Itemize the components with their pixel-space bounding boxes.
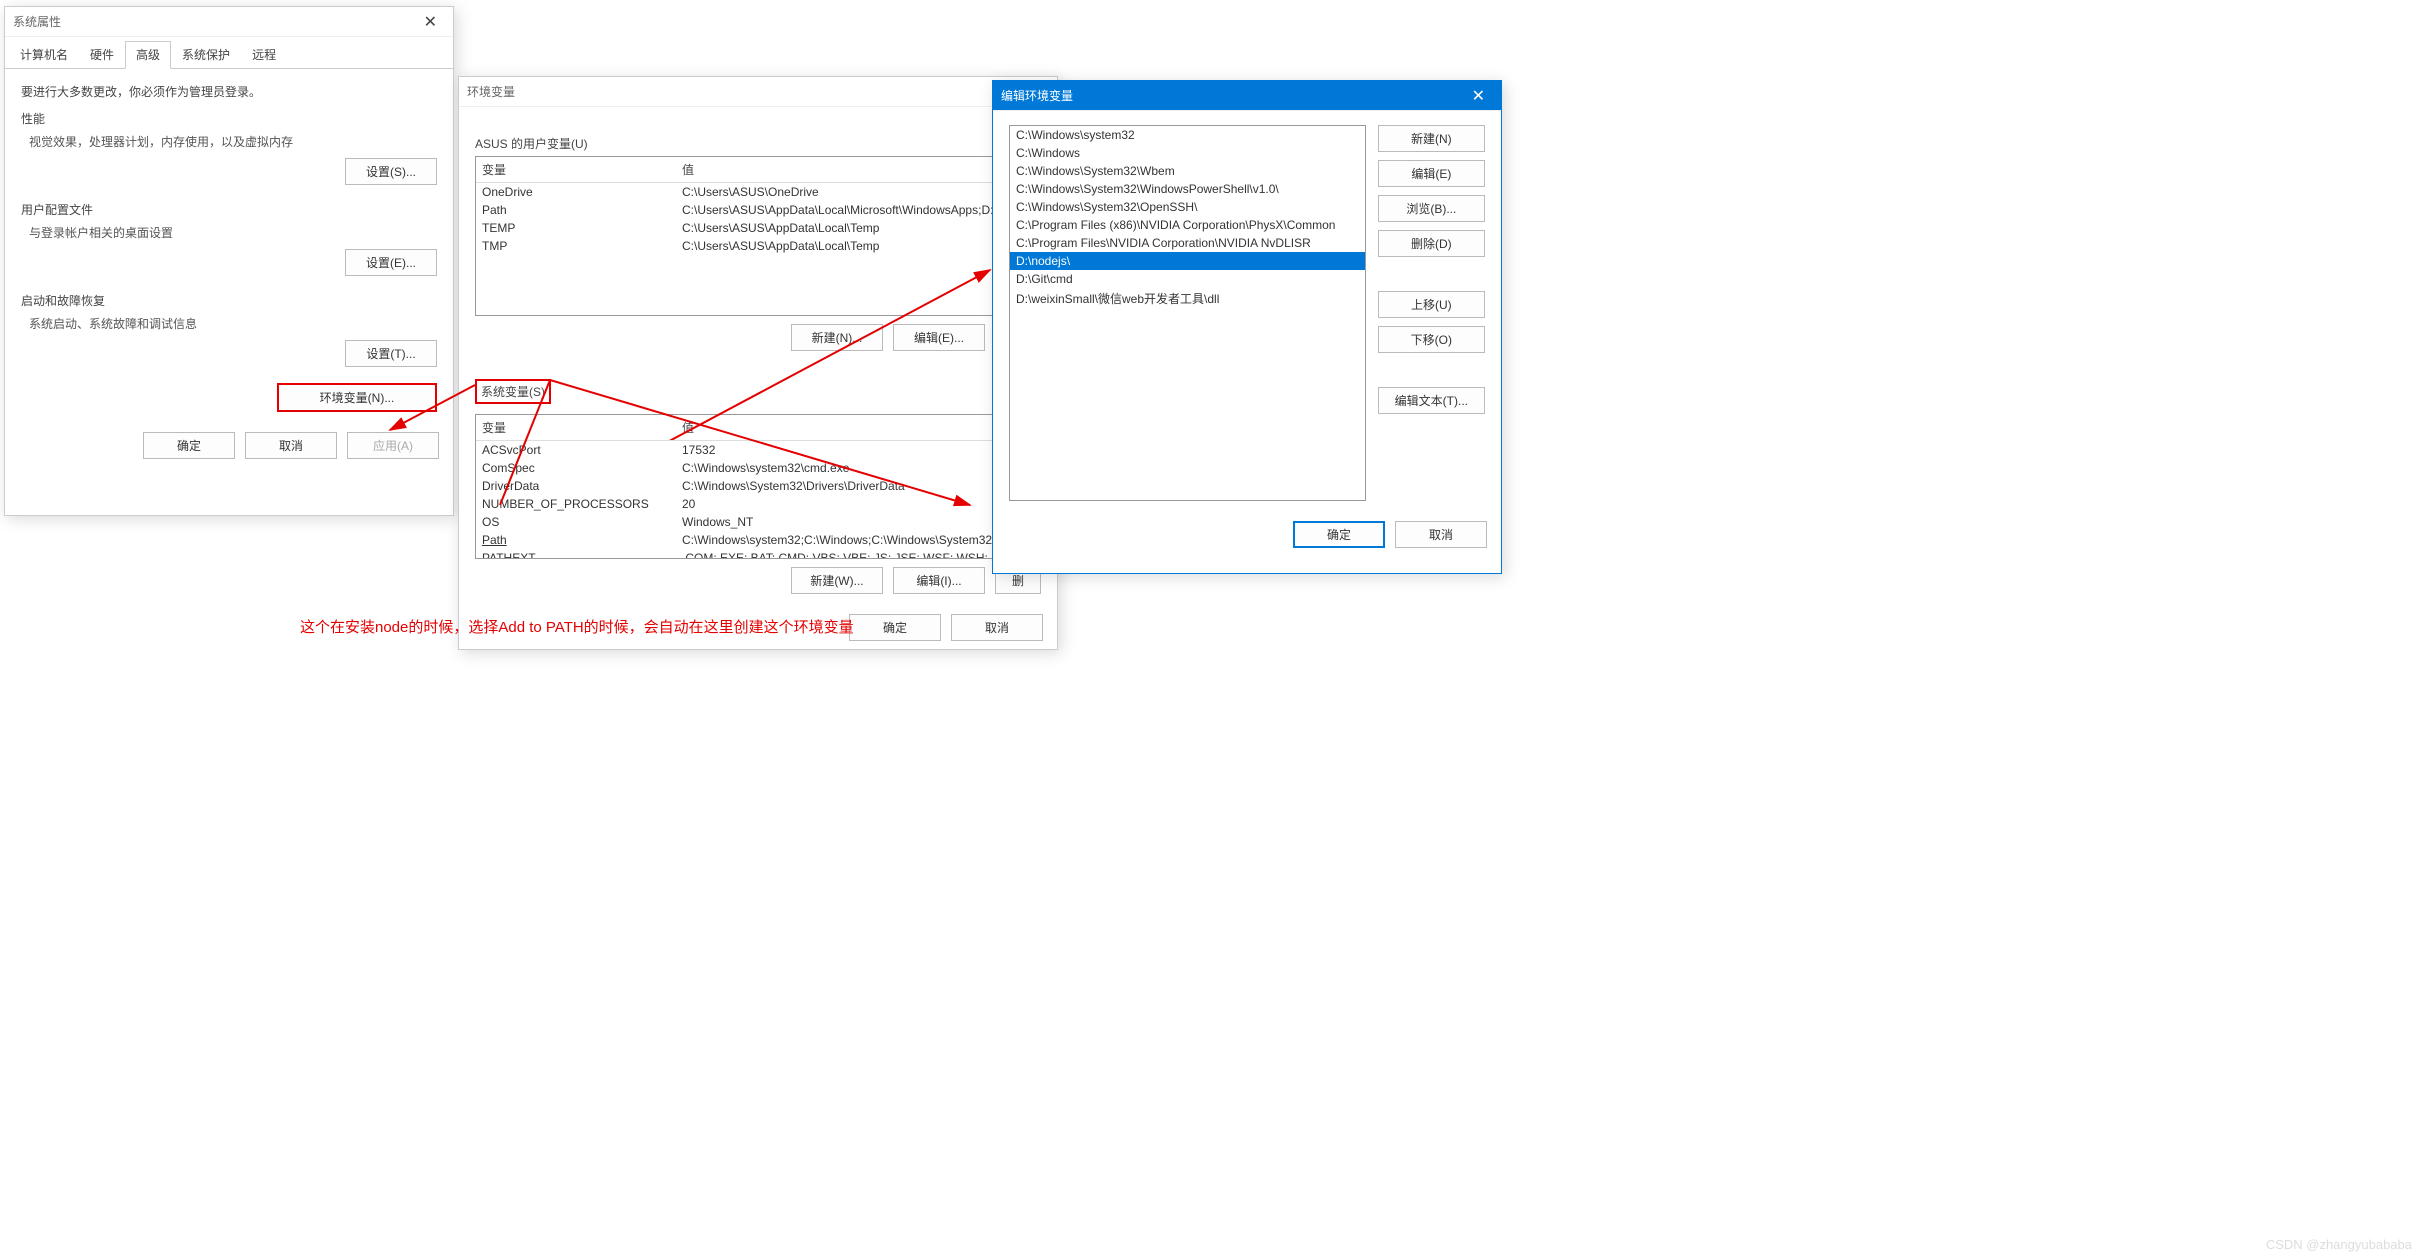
tab-system-protection[interactable]: 系统保护 xyxy=(171,41,241,68)
userprofile-desc: 与登录帐户相关的桌面设置 xyxy=(29,224,437,241)
table-row[interactable]: NUMBER_OF_PROCESSORS20 xyxy=(476,495,1040,513)
col-value: 值 xyxy=(682,161,694,178)
dialog-title: 系统属性 xyxy=(13,13,61,30)
new-button[interactable]: 新建(N) xyxy=(1378,125,1485,152)
cancel-button[interactable]: 取消 xyxy=(245,432,337,459)
user-edit-button[interactable]: 编辑(E)... xyxy=(893,324,985,351)
list-item[interactable]: D:\Git\cmd xyxy=(1010,270,1365,288)
system-vars-list[interactable]: 变量 值 ACSvcPort17532ComSpecC:\Windows\sys… xyxy=(475,414,1041,559)
performance-settings-button[interactable]: 设置(S)... xyxy=(345,158,437,185)
user-vars-list[interactable]: 变量 值 OneDriveC:\Users\ASUS\OneDrivePathC… xyxy=(475,156,1041,316)
delete-button[interactable]: 删除(D) xyxy=(1378,230,1485,257)
titlebar: 系统属性 ✕ xyxy=(5,7,453,37)
close-icon[interactable]: ✕ xyxy=(1464,86,1493,106)
tab-advanced[interactable]: 高级 xyxy=(125,41,171,69)
table-row[interactable]: PathC:\Windows\system32;C:\Windows;C:\Wi… xyxy=(476,531,1040,549)
user-vars-label: ASUS 的用户变量(U) xyxy=(475,135,1041,152)
col-variable: 变量 xyxy=(482,161,682,178)
dialog-title: 编辑环境变量 xyxy=(1001,87,1073,104)
path-list[interactable]: C:\Windows\system32C:\WindowsC:\Windows\… xyxy=(1009,125,1366,501)
system-properties-dialog: 系统属性 ✕ 计算机名 硬件 高级 系统保护 远程 要进行大多数更改，你必须作为… xyxy=(4,6,454,516)
user-new-button[interactable]: 新建(N)... xyxy=(791,324,883,351)
list-item[interactable]: C:\Windows\System32\Wbem xyxy=(1010,162,1365,180)
tab-remote[interactable]: 远程 xyxy=(241,41,287,68)
titlebar: 编辑环境变量 ✕ xyxy=(993,81,1501,111)
move-up-button[interactable]: 上移(U) xyxy=(1378,291,1485,318)
startup-desc: 系统启动、系统故障和调试信息 xyxy=(29,315,437,332)
tabstrip: 计算机名 硬件 高级 系统保护 远程 xyxy=(5,37,453,69)
sys-new-button[interactable]: 新建(W)... xyxy=(791,567,883,594)
userprofile-title: 用户配置文件 xyxy=(21,201,437,218)
edit-environment-variable-dialog: 编辑环境变量 ✕ C:\Windows\system32C:\WindowsC:… xyxy=(992,80,1502,574)
table-row[interactable]: PathC:\Users\ASUS\AppData\Local\Microsof… xyxy=(476,201,1040,219)
col-value: 值 xyxy=(682,419,694,436)
table-row[interactable]: OSWindows_NT xyxy=(476,513,1040,531)
apply-button[interactable]: 应用(A) xyxy=(347,432,439,459)
list-item[interactable]: C:\Windows\System32\OpenSSH\ xyxy=(1010,198,1365,216)
col-variable: 变量 xyxy=(482,419,682,436)
titlebar: 环境变量 xyxy=(459,77,1057,107)
table-row[interactable]: DriverDataC:\Windows\System32\Drivers\Dr… xyxy=(476,477,1040,495)
table-row[interactable]: ACSvcPort17532 xyxy=(476,441,1040,459)
table-row[interactable]: ComSpecC:\Windows\system32\cmd.exe xyxy=(476,459,1040,477)
dialog-title: 环境变量 xyxy=(467,83,515,100)
ok-button[interactable]: 确定 xyxy=(1293,521,1385,548)
list-item[interactable]: D:\nodejs\ xyxy=(1010,252,1365,270)
environment-variables-dialog: 环境变量 ASUS 的用户变量(U) 变量 值 OneDriveC:\Users… xyxy=(458,76,1058,650)
list-item[interactable]: C:\Program Files (x86)\NVIDIA Corporatio… xyxy=(1010,216,1365,234)
list-item[interactable]: C:\Windows\System32\WindowsPowerShell\v1… xyxy=(1010,180,1365,198)
ok-button[interactable]: 确定 xyxy=(143,432,235,459)
list-item[interactable]: C:\Windows xyxy=(1010,144,1365,162)
tab-hardware[interactable]: 硬件 xyxy=(79,41,125,68)
table-row[interactable]: OneDriveC:\Users\ASUS\OneDrive xyxy=(476,183,1040,201)
performance-desc: 视觉效果，处理器计划，内存使用，以及虚拟内存 xyxy=(29,133,437,150)
startup-title: 启动和故障恢复 xyxy=(21,292,437,309)
environment-variables-button[interactable]: 环境变量(N)... xyxy=(277,383,437,412)
userprofile-settings-button[interactable]: 设置(E)... xyxy=(345,249,437,276)
cancel-button[interactable]: 取消 xyxy=(1395,521,1487,548)
close-icon[interactable]: ✕ xyxy=(416,12,445,32)
table-row[interactable]: TMPC:\Users\ASUS\AppData\Local\Temp xyxy=(476,237,1040,255)
list-item[interactable]: C:\Program Files\NVIDIA Corporation\NVID… xyxy=(1010,234,1365,252)
move-down-button[interactable]: 下移(O) xyxy=(1378,326,1485,353)
startup-settings-button[interactable]: 设置(T)... xyxy=(345,340,437,367)
table-row[interactable]: PATHEXT.COM;.EXE;.BAT;.CMD;.VBS;.VBE;.JS… xyxy=(476,549,1040,559)
ok-button[interactable]: 确定 xyxy=(849,614,941,641)
tab-computer-name[interactable]: 计算机名 xyxy=(9,41,79,68)
list-item[interactable]: C:\Windows\system32 xyxy=(1010,126,1365,144)
cancel-button[interactable]: 取消 xyxy=(951,614,1043,641)
system-vars-label: 系统变量(S) xyxy=(475,379,551,404)
performance-title: 性能 xyxy=(21,110,437,127)
list-item[interactable]: D:\weixinSmall\微信web开发者工具\dll xyxy=(1010,288,1365,309)
watermark: CSDN @zhangyubababa xyxy=(2266,1237,2412,1252)
browse-button[interactable]: 浏览(B)... xyxy=(1378,195,1485,222)
edit-button[interactable]: 编辑(E) xyxy=(1378,160,1485,187)
sys-edit-button[interactable]: 编辑(I)... xyxy=(893,567,985,594)
table-row[interactable]: TEMPC:\Users\ASUS\AppData\Local\Temp xyxy=(476,219,1040,237)
edit-text-button[interactable]: 编辑文本(T)... xyxy=(1378,387,1485,414)
annotation-text: 这个在安装node的时候，选择Add to PATH的时候，会自动在这里创建这个… xyxy=(300,616,854,637)
intro-text: 要进行大多数更改，你必须作为管理员登录。 xyxy=(21,83,437,100)
